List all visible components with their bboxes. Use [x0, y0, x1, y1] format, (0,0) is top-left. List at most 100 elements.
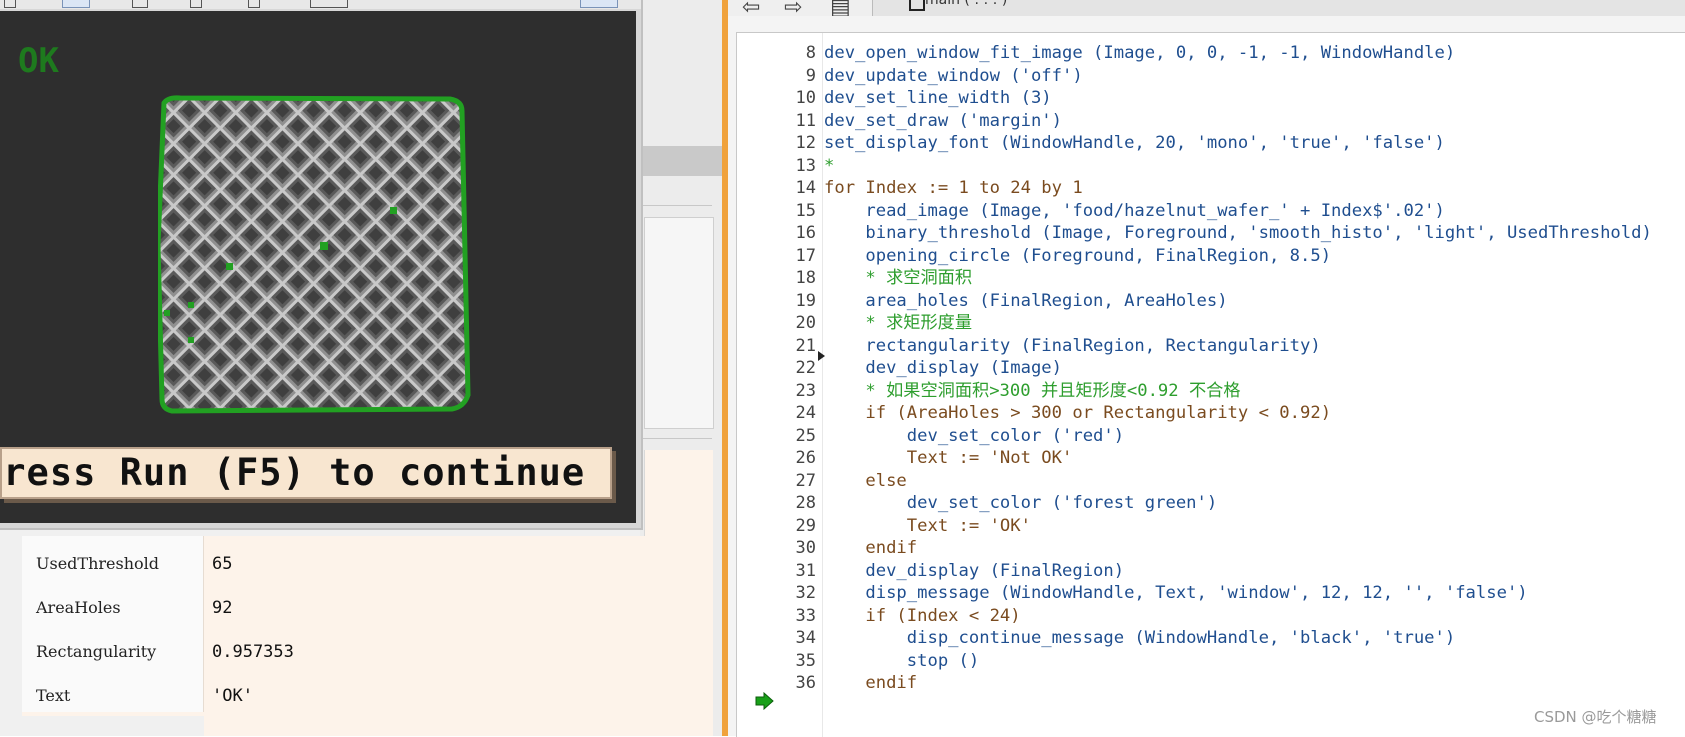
code-text: stop () [824, 650, 980, 671]
image-canvas[interactable]: OK Press Run (F5) to continue [0, 11, 636, 523]
code-text: dev_set_line_width (3) [824, 88, 1052, 108]
variable-row[interactable]: Rectangularity 0.957353 [22, 624, 712, 668]
code-line[interactable]: 20 * 求矩形度量 [737, 311, 1685, 335]
code-line[interactable]: 31 dev_display (FinalRegion) [737, 559, 1685, 583]
toolbar-icon[interactable] [132, 0, 148, 8]
line-number[interactable]: 10 [737, 86, 816, 110]
line-number[interactable]: 16 [737, 221, 816, 245]
divider [640, 205, 712, 206]
back-arrow-icon[interactable]: ⇦ [742, 0, 760, 16]
line-number[interactable]: 32 [737, 581, 816, 605]
code-text: dev_display (FinalRegion) [824, 560, 1125, 581]
line-number[interactable]: 18 [737, 266, 816, 290]
code-text: rectangularity (FinalRegion, Rectangular… [824, 335, 1321, 356]
line-number[interactable]: 19 [737, 289, 816, 313]
line-number[interactable]: 15 [737, 199, 816, 223]
toolbar-icon[interactable] [190, 0, 202, 8]
line-number[interactable]: 35 [737, 649, 816, 673]
toolbar-icon[interactable] [248, 0, 260, 8]
code-line[interactable]: 35 stop () [737, 649, 1685, 673]
tab-main[interactable]: main ( : : : ) [872, 0, 1685, 16]
line-number[interactable]: 34 [737, 626, 816, 650]
status-message: OK [18, 41, 59, 81]
code-line[interactable]: 29 Text := 'OK' [737, 514, 1685, 538]
continue-message-text: Press Run (F5) to continue [0, 451, 586, 494]
divider [640, 438, 712, 439]
variable-inspector: UsedThreshold 65 AreaHoles 92 Rectangula… [22, 536, 712, 736]
code-text: * 求矩形度量 [824, 313, 973, 333]
graphics-window[interactable]: OK Press Run (F5) to continue [0, 0, 643, 530]
code-text: for Index := 1 to 24 by 1 [824, 178, 1083, 198]
line-number[interactable]: 31 [737, 559, 816, 583]
line-number[interactable]: 8 [737, 41, 816, 65]
background-panel-box [644, 217, 714, 429]
code-editor[interactable]: 8 dev_open_window_fit_image (Image, 0, 0,… [736, 32, 1685, 737]
toolbar-icon[interactable] [4, 0, 16, 8]
code-line[interactable]: 8 dev_open_window_fit_image (Image, 0, 0,… [737, 41, 1685, 65]
document-icon[interactable]: ▤ [830, 0, 851, 16]
variable-row[interactable]: Text 'OK' [22, 668, 712, 712]
variable-name: Text [22, 668, 204, 712]
code-text: * 如果空洞面积>300 并且矩形度<0.92 不合格 [824, 380, 1241, 401]
line-number[interactable]: 20 [737, 311, 816, 335]
program-editor-pane: ⇦ ⇨ ▤ main ( : : : ) 8 dev_open_window_fi… [728, 0, 1685, 737]
continue-message-box: Press Run (F5) to continue [0, 447, 612, 499]
line-number[interactable]: 12 [737, 131, 816, 155]
line-number[interactable]: 9 [737, 64, 816, 88]
line-number[interactable]: 14 [737, 176, 816, 200]
code-line[interactable]: 30 endif [737, 536, 1685, 560]
wafer-image [158, 95, 471, 414]
code-line[interactable]: 22 dev_display (Image) [737, 356, 1685, 380]
forward-arrow-icon[interactable]: ⇨ [784, 0, 802, 16]
code-line[interactable]: 13 * [737, 154, 1685, 178]
graphics-toolbar [0, 0, 641, 9]
line-number[interactable]: 26 [737, 446, 816, 470]
code-line[interactable]: 24 if (AreaHoles > 300 or Rectangularity… [737, 401, 1685, 425]
code-line[interactable]: 28 dev_set_color ('forest green') [737, 491, 1685, 515]
code-line[interactable]: 9 dev_update_window ('off') [737, 64, 1685, 88]
zoom-icon[interactable] [62, 0, 90, 8]
code-line[interactable]: 16 binary_threshold (Image, Foreground, … [737, 221, 1685, 245]
line-number[interactable]: 24 [737, 401, 816, 425]
line-number[interactable]: 29 [737, 514, 816, 538]
code-text: binary_threshold (Image, Foreground, 'sm… [824, 223, 1652, 243]
code-text: dev_set_color ('red') [824, 425, 1125, 446]
code-line[interactable]: 11 dev_set_draw ('margin') [737, 109, 1685, 133]
line-number[interactable]: 36 [737, 671, 816, 695]
line-number[interactable]: 33 [737, 604, 816, 628]
code-text: * [824, 155, 835, 176]
code-line[interactable]: 17 opening_circle (Foreground, FinalRegi… [737, 244, 1685, 268]
variable-row[interactable]: UsedThreshold 65 [22, 536, 712, 580]
toolbar-icon[interactable] [310, 0, 348, 8]
line-number[interactable]: 28 [737, 491, 816, 515]
line-number[interactable]: 17 [737, 244, 816, 268]
code-text: Text := 'OK' [824, 515, 1031, 536]
code-line[interactable]: 34 disp_continue_message (WindowHandle, … [737, 626, 1685, 650]
code-line[interactable]: 25 dev_set_color ('red') [737, 424, 1685, 448]
code-line[interactable]: 10 dev_set_line_width (3) [737, 86, 1685, 110]
code-line[interactable]: 21 rectangularity (FinalRegion, Rectangu… [737, 334, 1685, 358]
line-number[interactable]: 23 [737, 379, 816, 403]
code-line[interactable]: 26 Text := 'Not OK' [737, 446, 1685, 470]
toolbar-icon[interactable] [580, 0, 618, 8]
code-line[interactable]: 15 read_image (Image, 'food/hazelnut_waf… [737, 199, 1685, 223]
code-line[interactable]: 36 endif [737, 671, 1685, 695]
code-line[interactable]: 19 area_holes (FinalRegion, AreaHoles) [737, 289, 1685, 313]
code-line[interactable]: 33 if (Index < 24) [737, 604, 1685, 628]
code-line[interactable]: 27 else [737, 469, 1685, 493]
line-number[interactable]: 27 [737, 469, 816, 493]
tab-title: main ( : : : ) [925, 0, 1008, 8]
line-number[interactable]: 21 [737, 334, 816, 358]
left-pane: ✕ OK [0, 0, 1322, 736]
code-line[interactable]: 23 * 如果空洞面积>300 并且矩形度<0.92 不合格 [737, 379, 1685, 403]
line-number[interactable]: 11 [737, 109, 816, 133]
variable-row[interactable]: AreaHoles 92 [22, 580, 712, 624]
line-number[interactable]: 25 [737, 424, 816, 448]
code-line[interactable]: 32 disp_message (WindowHandle, Text, 'wi… [737, 581, 1685, 605]
line-number[interactable]: 22 [737, 356, 816, 380]
code-line[interactable]: 12 set_display_font (WindowHandle, 20, 'm… [737, 131, 1685, 155]
code-line[interactable]: 18 * 求空洞面积 [737, 266, 1685, 290]
line-number[interactable]: 30 [737, 536, 816, 560]
line-number[interactable]: 13 [737, 154, 816, 178]
code-line[interactable]: 14 for Index := 1 to 24 by 1 [737, 176, 1685, 200]
